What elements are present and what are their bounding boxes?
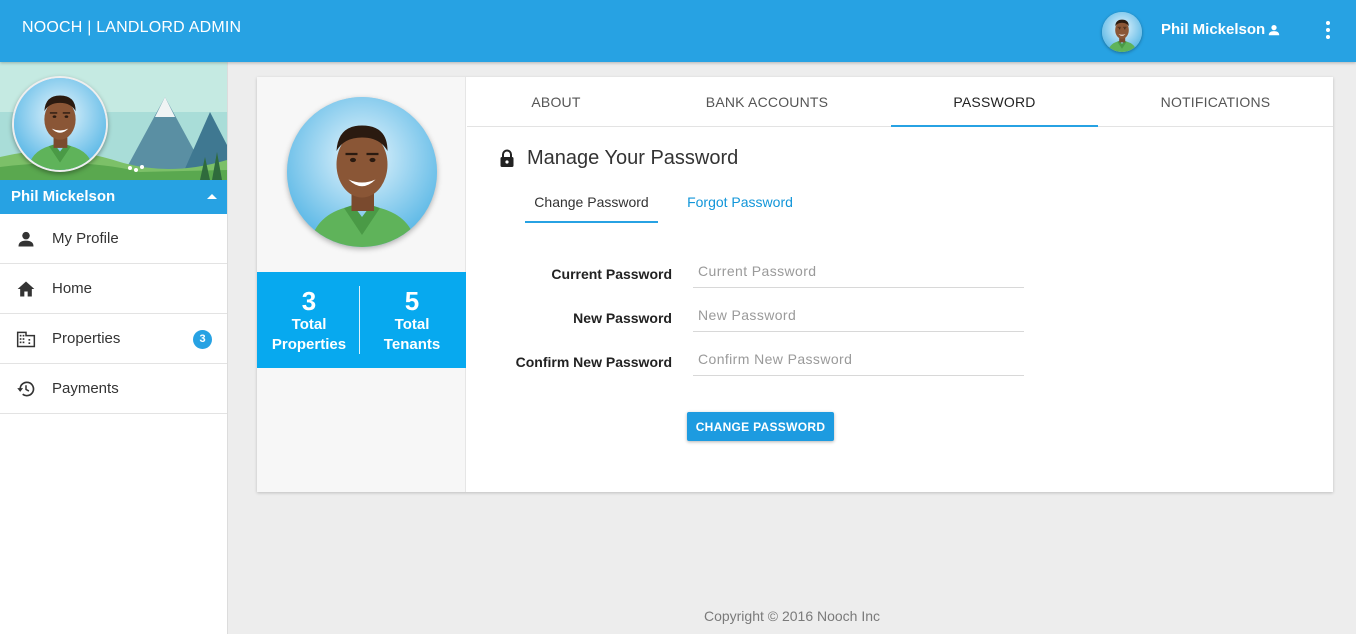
sidebar: Phil Mickelson My Profile Home Propertie… [0, 62, 228, 634]
section-title: Manage Your Password [527, 147, 739, 169]
sidebar-username: Phil Mickelson [11, 188, 116, 205]
home-icon [17, 281, 35, 297]
profile-summary-panel: 3 Total Properties 5 Total Tenants [257, 77, 466, 492]
top-app-bar: NOOCH | LANDLORD ADMIN Phil Mickelson [0, 0, 1356, 62]
current-password-field[interactable] [693, 254, 1024, 288]
footer-copyright: Copyright © 2016 Nooch Inc [703, 608, 881, 624]
sidebar-item-properties[interactable]: Properties 3 [0, 314, 227, 364]
sidebar-item-payments[interactable]: Payments [0, 364, 227, 414]
current-password-label: Current Password [551, 266, 672, 282]
sidebar-item-home[interactable]: Home [0, 264, 227, 314]
stat-value: 3 [301, 286, 317, 316]
confirm-password-field[interactable] [693, 342, 1024, 376]
settings-tabs: ABOUT BANK ACCOUNTS PASSWORD NOTIFICATIO… [467, 77, 1333, 127]
history-icon [17, 381, 35, 397]
header-avatar[interactable] [1102, 12, 1142, 52]
sidebar-item-label: My Profile [52, 230, 119, 247]
stat-value: 5 [404, 286, 420, 316]
sidebar-item-my-profile[interactable]: My Profile [0, 214, 227, 264]
stat-label: Total Properties [271, 316, 347, 353]
profile-photo[interactable] [287, 97, 437, 247]
tab-password[interactable]: PASSWORD [891, 77, 1098, 127]
person-icon [18, 231, 34, 247]
stat-total-properties: 3 Total Properties [257, 272, 361, 368]
properties-count-badge: 3 [193, 330, 212, 349]
sidebar-user-toggle[interactable]: Phil Mickelson [0, 180, 227, 214]
new-password-field[interactable] [693, 298, 1024, 332]
stat-label: Total Tenants [383, 316, 441, 353]
tab-notifications[interactable]: NOTIFICATIONS [1112, 77, 1319, 127]
sidebar-item-label: Home [52, 280, 93, 297]
header-username[interactable]: Phil Mickelson [1161, 21, 1265, 38]
new-password-label: New Password [573, 310, 672, 326]
tab-about[interactable]: ABOUT [467, 77, 645, 127]
sidebar-item-label: Properties [52, 330, 121, 347]
stat-total-tenants: 5 Total Tenants [360, 272, 464, 368]
subtab-forgot-password[interactable]: Forgot Password [674, 189, 806, 223]
profile-stats: 3 Total Properties 5 Total Tenants [257, 272, 466, 368]
person-icon [1268, 25, 1280, 36]
confirm-password-label: Confirm New Password [515, 354, 672, 370]
sidebar-item-label: Payments [52, 380, 119, 397]
tab-bank-accounts[interactable]: BANK ACCOUNTS [662, 77, 872, 127]
sidebar-nav: My Profile Home Properties 3 Payments [0, 214, 227, 414]
caret-up-icon [207, 194, 217, 199]
app-brand[interactable]: NOOCH | LANDLORD ADMIN [22, 19, 241, 37]
more-vert-icon[interactable] [1316, 18, 1340, 42]
sidebar-avatar[interactable] [12, 76, 108, 172]
change-password-button[interactable]: CHANGE PASSWORD [687, 412, 834, 441]
building-icon [16, 331, 36, 348]
subtab-change-password[interactable]: Change Password [525, 189, 658, 223]
settings-card: 3 Total Properties 5 Total Tenants ABOUT… [257, 77, 1333, 492]
